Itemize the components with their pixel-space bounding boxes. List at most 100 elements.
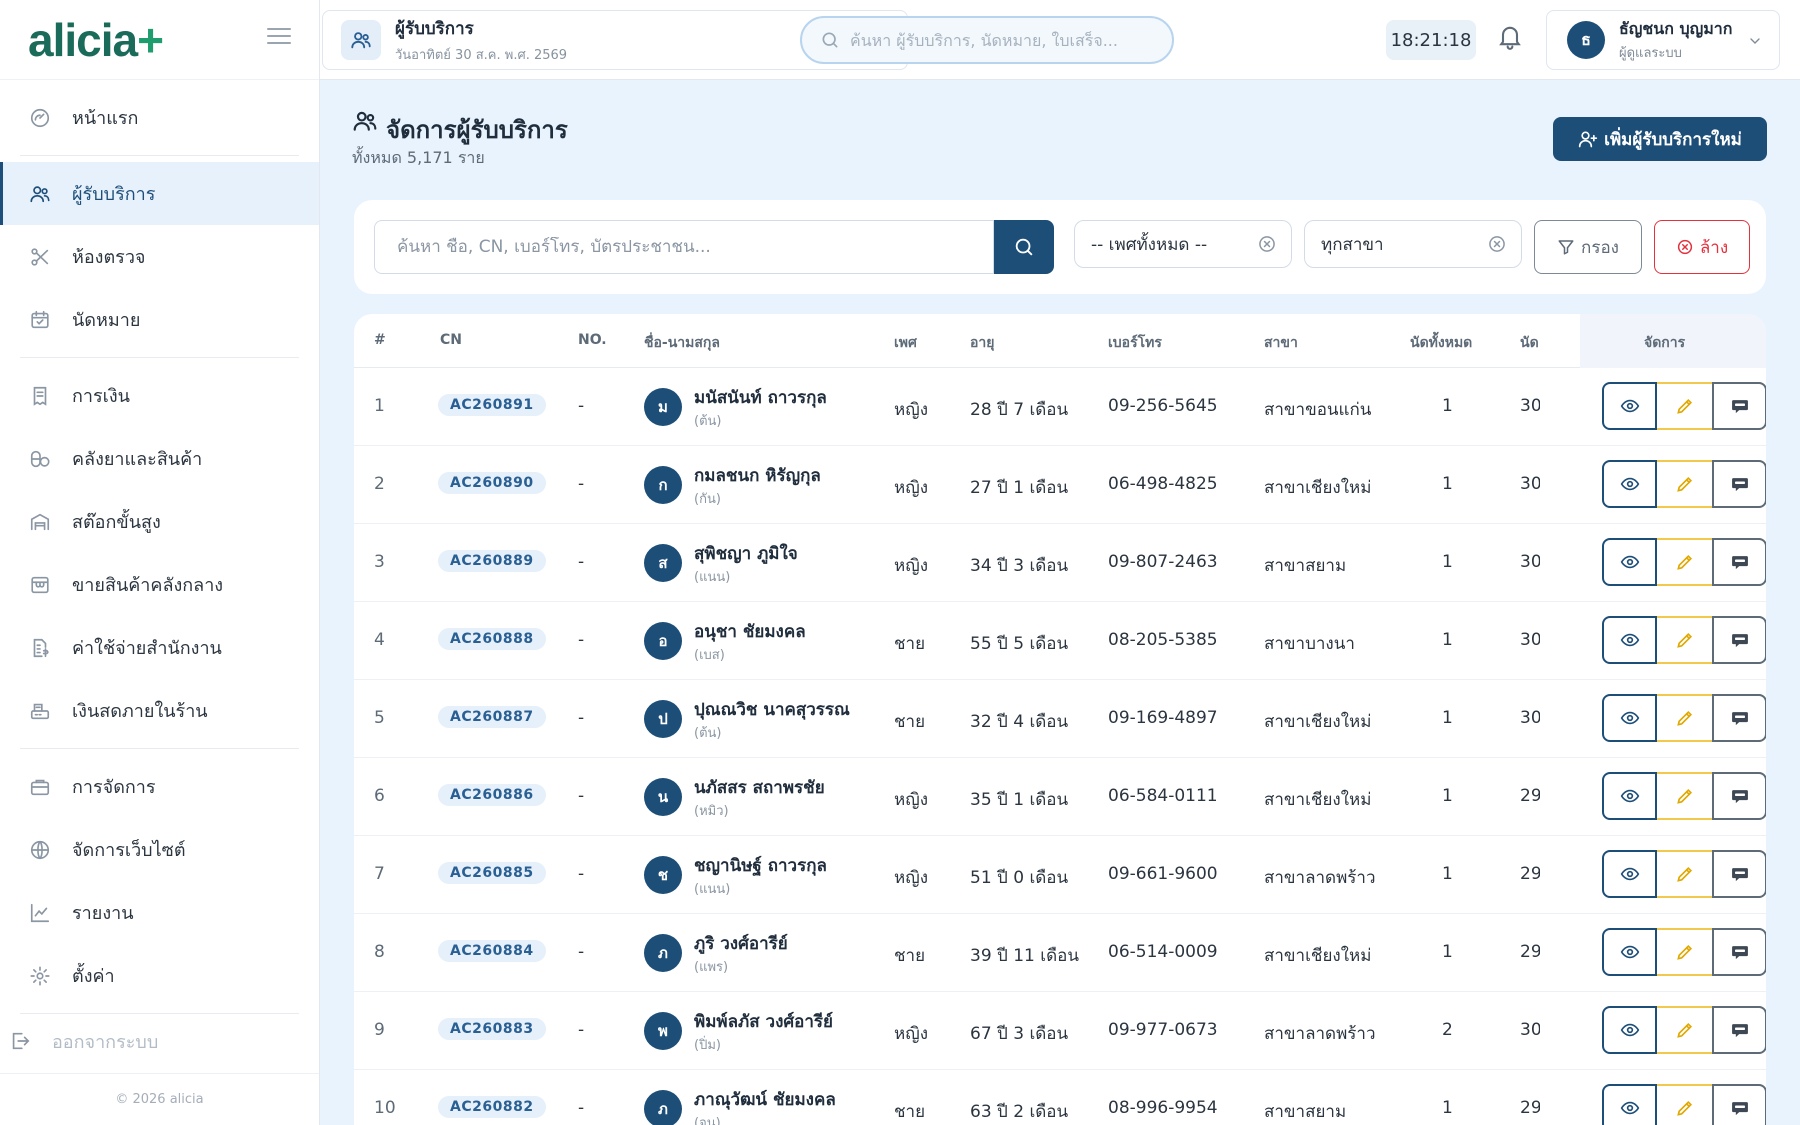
cn-badge[interactable]: AC260891 (438, 394, 546, 416)
client-name[interactable]: มนัสนันท์ ถาวรกุล (694, 384, 827, 411)
col-cn[interactable]: CN (440, 332, 462, 348)
edit-button[interactable] (1657, 850, 1712, 898)
col-no[interactable]: NO. (578, 332, 607, 348)
table-row[interactable]: 6 AC260886 - น นภัสสร สถาพรชัย (หมิว) หญิง 35 ป… (354, 758, 1766, 836)
sidebar-item[interactable]: ขายสินค้าคลังกลาง (0, 553, 319, 616)
col-branch[interactable]: สาขา (1264, 332, 1298, 354)
table-row[interactable]: 4 AC260888 - อ อนุชา ชัยมงคล (เบส) ชาย 55 ปี 5 … (354, 602, 1766, 680)
table-row[interactable]: 10 AC260882 - ภ ภาณุวัฒน์ ชัยมงคล (จูน) ชาย 63 … (354, 1070, 1766, 1125)
edit-button[interactable] (1657, 1084, 1712, 1125)
client-name[interactable]: ปุณณวิช นาคสุวรรณ (694, 696, 850, 723)
col-phone[interactable]: เบอร์โทร (1108, 332, 1162, 354)
table-row[interactable]: 9 AC260883 - พ พิมพ์ลภัส วงศ์อารีย์ (ปิ่ม) หญิ… (354, 992, 1766, 1070)
branch-select[interactable]: ทุกสาขา (1304, 220, 1522, 268)
table-row[interactable]: 3 AC260889 - ส สุพิชญา ภูมิใจ (แนน) หญิง 34 ปี … (354, 524, 1766, 602)
user-menu[interactable]: ธ ธัญชนก บุญมาก ผู้ดูแลระบบ (1546, 10, 1780, 70)
message-button[interactable] (1712, 850, 1766, 898)
message-button[interactable] (1712, 382, 1766, 430)
view-button[interactable] (1602, 538, 1657, 586)
clear-circle-icon[interactable] (1257, 234, 1277, 254)
global-search[interactable] (800, 16, 1174, 64)
cn-badge[interactable]: AC260890 (438, 472, 546, 494)
view-button[interactable] (1602, 460, 1657, 508)
view-button[interactable] (1602, 850, 1657, 898)
message-button[interactable] (1712, 1084, 1766, 1125)
message-button[interactable] (1712, 928, 1766, 976)
clear-circle-icon[interactable] (1487, 234, 1507, 254)
cn-badge[interactable]: AC260884 (438, 940, 546, 962)
col-visits[interactable]: นัดทั้งหมด (1410, 332, 1472, 354)
message-button[interactable] (1712, 1006, 1766, 1054)
view-button[interactable] (1602, 1006, 1657, 1054)
client-search[interactable] (374, 220, 994, 274)
view-button[interactable] (1602, 772, 1657, 820)
brand-logo[interactable]: alicia+ (28, 13, 164, 67)
col-age[interactable]: อายุ (970, 332, 994, 354)
table-row[interactable]: 7 AC260885 - ช ชญานิษฐ์ ถาวรกุล (แนน) หญิง 51 ป… (354, 836, 1766, 914)
menu-toggle-icon[interactable] (267, 28, 291, 46)
client-name[interactable]: นภัสสร สถาพรชัย (694, 774, 825, 801)
table-row[interactable]: 8 AC260884 - ภ ภูริ วงศ์อารีย์ (แพร) ชาย 39 ปี … (354, 914, 1766, 992)
client-name[interactable]: ภาณุวัฒน์ ชัยมงคล (694, 1086, 836, 1113)
cn-badge[interactable]: AC260883 (438, 1018, 546, 1040)
client-name[interactable]: กมลชนก หิรัญกุล (694, 462, 821, 489)
sidebar-item[interactable]: จัดการเว็บไซต์ (0, 818, 319, 881)
sidebar-item[interactable]: ผู้รับบริการ (0, 162, 319, 225)
cn-badge[interactable]: AC260888 (438, 628, 546, 650)
col-last-visit[interactable]: นัด (1520, 332, 1538, 354)
table-row[interactable]: 1 AC260891 - ม มนัสนันท์ ถาวรกุล (ต้น) หญิง 28 … (354, 368, 1766, 446)
table-row[interactable]: 2 AC260890 - ก กมลชนก หิรัญกุล (กัน) หญิง 27 ปี… (354, 446, 1766, 524)
clear-filters-button[interactable]: ล้าง (1654, 220, 1750, 274)
edit-button[interactable] (1657, 772, 1712, 820)
view-button[interactable] (1602, 694, 1657, 742)
view-button[interactable] (1602, 1084, 1657, 1125)
message-button[interactable] (1712, 460, 1766, 508)
add-client-button[interactable]: เพิ่มผู้รับบริการใหม่ (1553, 117, 1767, 161)
view-button[interactable] (1602, 616, 1657, 664)
sidebar-item[interactable]: ห้องตรวจ (0, 225, 319, 288)
edit-button[interactable] (1657, 382, 1712, 430)
client-name[interactable]: พิมพ์ลภัส วงศ์อารีย์ (694, 1008, 833, 1035)
global-search-input[interactable] (850, 30, 1150, 50)
table-row[interactable]: 5 AC260887 - ป ปุณณวิช นาคสุวรรณ (ต้น) ชาย 32 ป… (354, 680, 1766, 758)
cn-badge[interactable]: AC260887 (438, 706, 546, 728)
search-button[interactable] (994, 220, 1054, 274)
cn-badge[interactable]: AC260889 (438, 550, 546, 572)
sidebar-item[interactable]: ค่าใช้จ่ายสำนักงาน (0, 616, 319, 679)
cn-badge[interactable]: AC260882 (438, 1096, 546, 1118)
gender-select[interactable]: -- เพศทั้งหมด -- (1074, 220, 1292, 268)
client-name[interactable]: อนุชา ชัยมงคล (694, 618, 806, 645)
sidebar-item[interactable]: หน้าแรก (0, 86, 319, 149)
client-name[interactable]: สุพิชญา ภูมิใจ (694, 540, 798, 567)
sidebar-item[interactable]: ตั้งค่า (0, 944, 319, 1007)
filter-button[interactable]: กรอง (1534, 220, 1642, 274)
bell-icon[interactable] (1496, 22, 1530, 56)
edit-button[interactable] (1657, 1006, 1712, 1054)
client-name[interactable]: ชญานิษฐ์ ถาวรกุล (694, 852, 827, 879)
message-button[interactable] (1712, 694, 1766, 742)
sidebar-item[interactable]: การเงิน (0, 364, 319, 427)
sidebar-item[interactable]: คลังยาและสินค้า (0, 427, 319, 490)
view-button[interactable] (1602, 382, 1657, 430)
sidebar-item[interactable]: เงินสดภายในร้าน (0, 679, 319, 742)
cn-badge[interactable]: AC260885 (438, 862, 546, 884)
edit-button[interactable] (1657, 538, 1712, 586)
view-button[interactable] (1602, 928, 1657, 976)
message-button[interactable] (1712, 772, 1766, 820)
edit-button[interactable] (1657, 694, 1712, 742)
col-gender[interactable]: เพศ (894, 332, 917, 354)
edit-button[interactable] (1657, 616, 1712, 664)
message-button[interactable] (1712, 538, 1766, 586)
sidebar-item[interactable]: นัดหมาย (0, 288, 319, 351)
client-name[interactable]: ภูริ วงศ์อารีย์ (694, 930, 788, 957)
sidebar-item[interactable]: รายงาน (0, 881, 319, 944)
logout-item[interactable]: ออกจากระบบ (0, 1014, 319, 1068)
col-name[interactable]: ชื่อ-นามสกุล (644, 332, 720, 354)
edit-button[interactable] (1657, 928, 1712, 976)
edit-button[interactable] (1657, 460, 1712, 508)
cn-badge[interactable]: AC260886 (438, 784, 546, 806)
message-button[interactable] (1712, 616, 1766, 664)
sidebar-item[interactable]: สต๊อกขั้นสูง (0, 490, 319, 553)
sidebar-item[interactable]: การจัดการ (0, 755, 319, 818)
client-search-input[interactable] (397, 237, 957, 257)
